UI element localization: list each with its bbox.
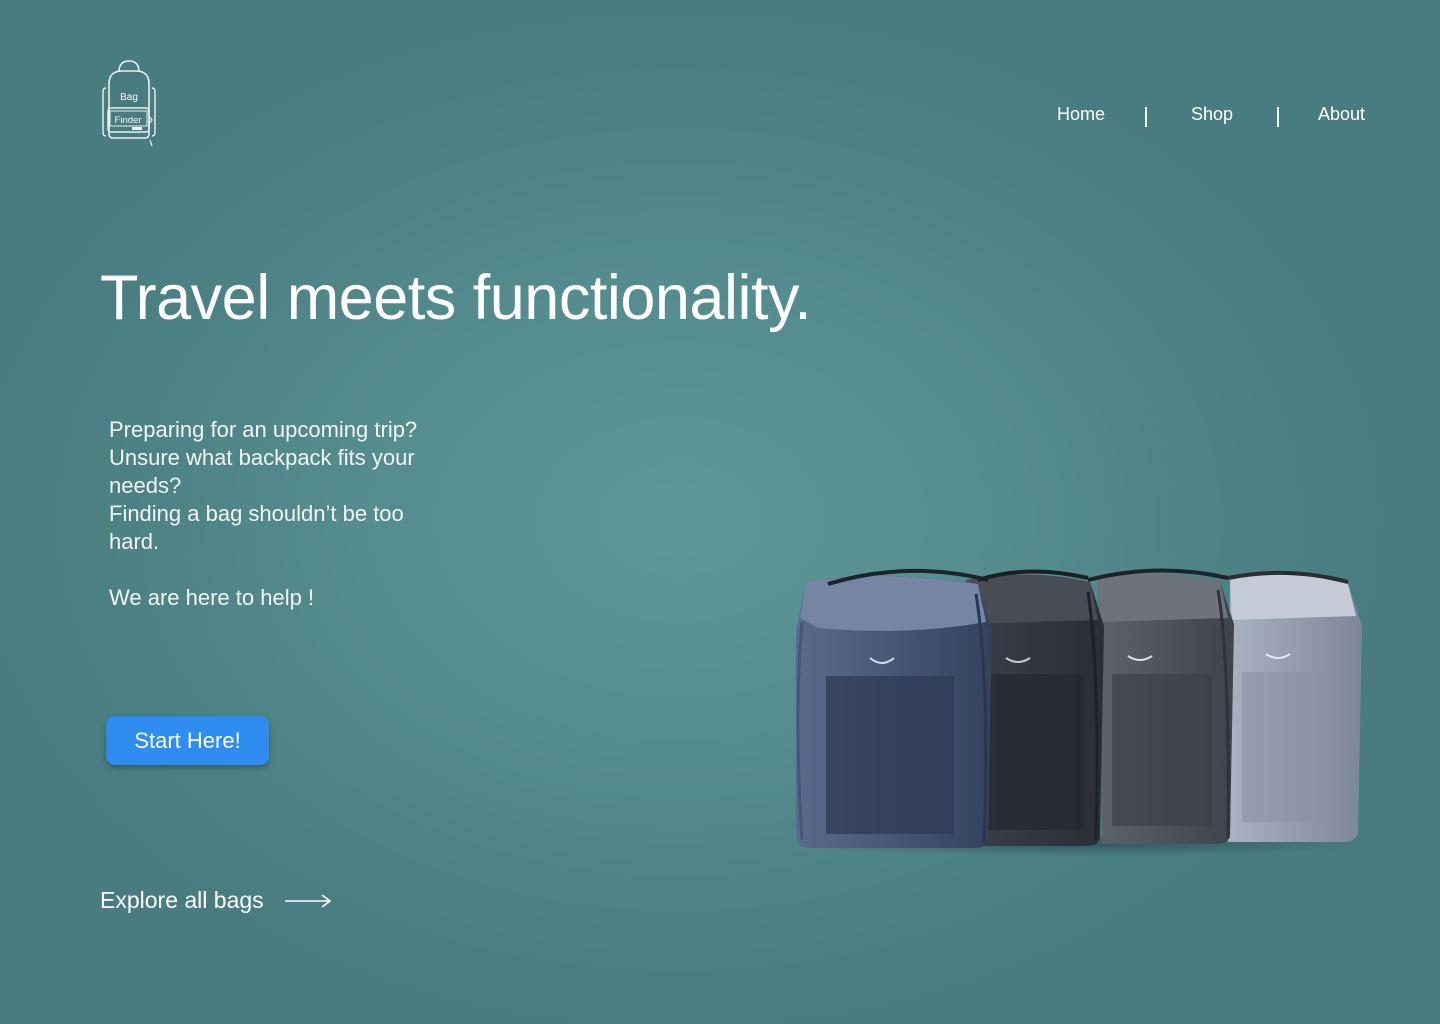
intro-line: Preparing for an upcoming trip? <box>109 417 418 442</box>
intro-line: Unsure what backpack fits your needs? <box>109 445 415 498</box>
nav-divider <box>1145 107 1147 127</box>
intro-line: Finding a bag shouldn’t be too hard. <box>109 501 404 554</box>
intro-tagline: We are here to help ! <box>109 585 315 610</box>
explore-label: Explore all bags <box>100 887 264 913</box>
nav-divider <box>1277 107 1279 127</box>
hero-intro: Preparing for an upcoming trip? Unsure w… <box>109 416 459 612</box>
start-here-button[interactable]: Start Here! <box>106 716 269 765</box>
logo-text-finder: Finder <box>115 115 142 126</box>
hero-title: Travel meets functionality. <box>100 263 812 333</box>
backpacks-image <box>788 562 1378 858</box>
backpack-logo-icon: Bag Finder <box>102 60 156 147</box>
main-nav: Home Shop About <box>1040 104 1390 132</box>
nav-about-link[interactable]: About <box>1318 104 1365 125</box>
explore-all-bags-link[interactable]: Explore all bags <box>100 887 332 914</box>
logo-text-bag: Bag <box>120 92 138 103</box>
backpacks-illustration <box>788 568 1368 856</box>
nav-shop-link[interactable]: Shop <box>1191 104 1233 125</box>
nav-home-link[interactable]: Home <box>1057 104 1105 125</box>
logo[interactable]: Bag Finder <box>100 58 158 148</box>
arrow-right-icon <box>284 893 331 908</box>
